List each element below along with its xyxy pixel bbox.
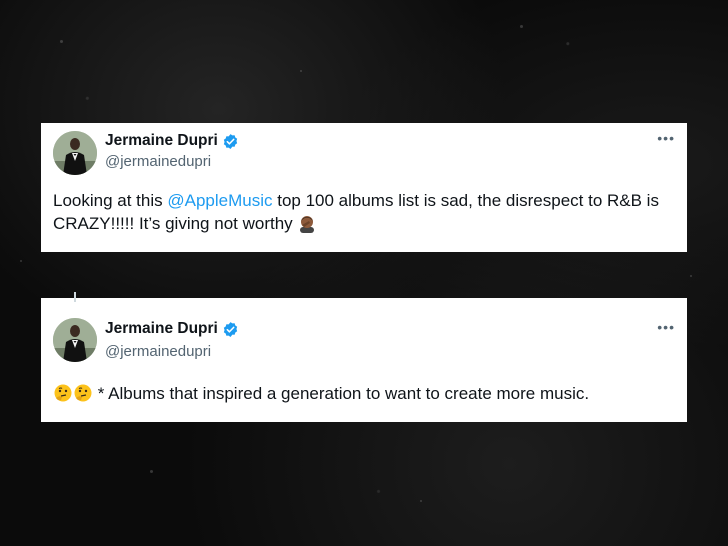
verified-badge-icon (222, 321, 239, 338)
man-facepalming-emoji-icon (297, 213, 317, 239)
thinking-face-emoji-icon (73, 383, 93, 409)
background-texture (150, 470, 153, 473)
author-row: Jermaine Dupri (105, 320, 239, 338)
background-texture (690, 275, 692, 277)
more-options-icon[interactable]: ••• (657, 131, 675, 145)
more-options-icon[interactable]: ••• (657, 320, 675, 334)
display-name[interactable]: Jermaine Dupri (105, 320, 218, 338)
tweet-text-segment: * Albums that inspired a generation to w… (93, 384, 590, 403)
tweet-text-segment: Looking at this (53, 191, 168, 210)
author-row: Jermaine Dupri (105, 132, 239, 150)
display-name[interactable]: Jermaine Dupri (105, 132, 218, 150)
background-texture (60, 40, 63, 43)
avatar[interactable] (53, 131, 97, 175)
mention-link[interactable]: @AppleMusic (167, 191, 272, 210)
user-handle[interactable]: @jermainedupri (105, 343, 211, 360)
background-texture (520, 25, 523, 28)
verified-badge-icon (222, 133, 239, 150)
background-texture (300, 70, 302, 72)
user-handle[interactable]: @jermainedupri (105, 153, 211, 170)
tweet-text: Looking at this @AppleMusic top 100 albu… (53, 189, 673, 239)
background-texture (420, 500, 422, 502)
background-texture (20, 260, 22, 262)
tweet-card[interactable]: Jermaine Dupri @jermainedupri ••• Lookin… (41, 123, 687, 252)
thinking-face-emoji-icon (53, 383, 73, 409)
avatar[interactable] (53, 318, 97, 362)
tweet-card[interactable]: Jermaine Dupri @jermainedupri ••• * Albu… (41, 292, 687, 422)
tweet-text: * Albums that inspired a generation to w… (53, 382, 673, 409)
thread-connector (74, 292, 76, 302)
